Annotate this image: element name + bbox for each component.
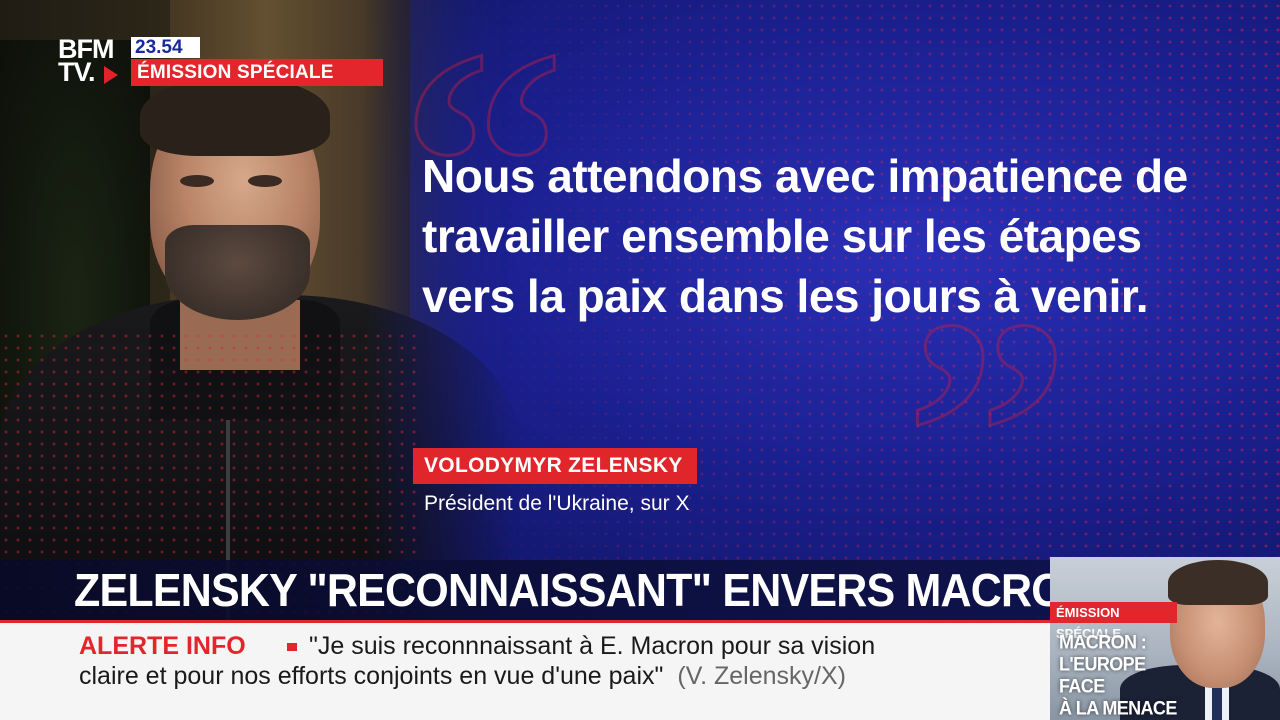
logo-triangle-icon: [104, 66, 118, 84]
promo-person-tie: [1212, 684, 1222, 720]
ticker-line2: claire et pour nos efforts conjoints en …: [79, 661, 846, 691]
program-label: ÉMISSION SPÉCIALE: [131, 59, 383, 86]
promo-title-line3: À LA MENACE: [1059, 697, 1177, 719]
promo-title-line1: MACRON :: [1059, 631, 1147, 653]
promo-title: MACRON : L'EUROPE FACE À LA MENACE: [1059, 631, 1179, 719]
speaker-eye-right: [248, 175, 282, 187]
speaker-title: Président de l'Ukraine, sur X: [424, 492, 690, 515]
speaker-beard: [165, 225, 310, 320]
promo-person-hair: [1168, 560, 1268, 605]
quote-text: Nous attendons avec impatience de travai…: [422, 150, 1188, 322]
promo-label: ÉMISSION SPÉCIALE: [1050, 602, 1177, 641]
speaker-eye-left: [180, 175, 214, 187]
logo-line2: TV.: [58, 57, 96, 87]
ticker-source: (V. Zelensky/X): [677, 662, 846, 690]
speaker-hair: [140, 76, 330, 156]
ticker-line1: "Je suis reconnnaissant à E. Macron pour…: [309, 632, 876, 660]
alert-label: ALERTE INFO: [79, 632, 246, 660]
promo-title-line2: L'EUROPE FACE: [1059, 653, 1146, 697]
speaker-name: VOLODYMYR ZELENSKY: [413, 448, 697, 484]
ticker-divider: [0, 620, 1050, 623]
headline-text: ZELENSKY "RECONNAISSANT" ENVERS MACRON: [74, 565, 1095, 617]
channel-logo: BFM TV.: [58, 36, 124, 86]
ticker-line2-text: claire et pour nos efforts conjoints en …: [79, 662, 664, 690]
clock: 23.54: [131, 37, 200, 58]
alert-bullet-icon: [287, 643, 297, 651]
